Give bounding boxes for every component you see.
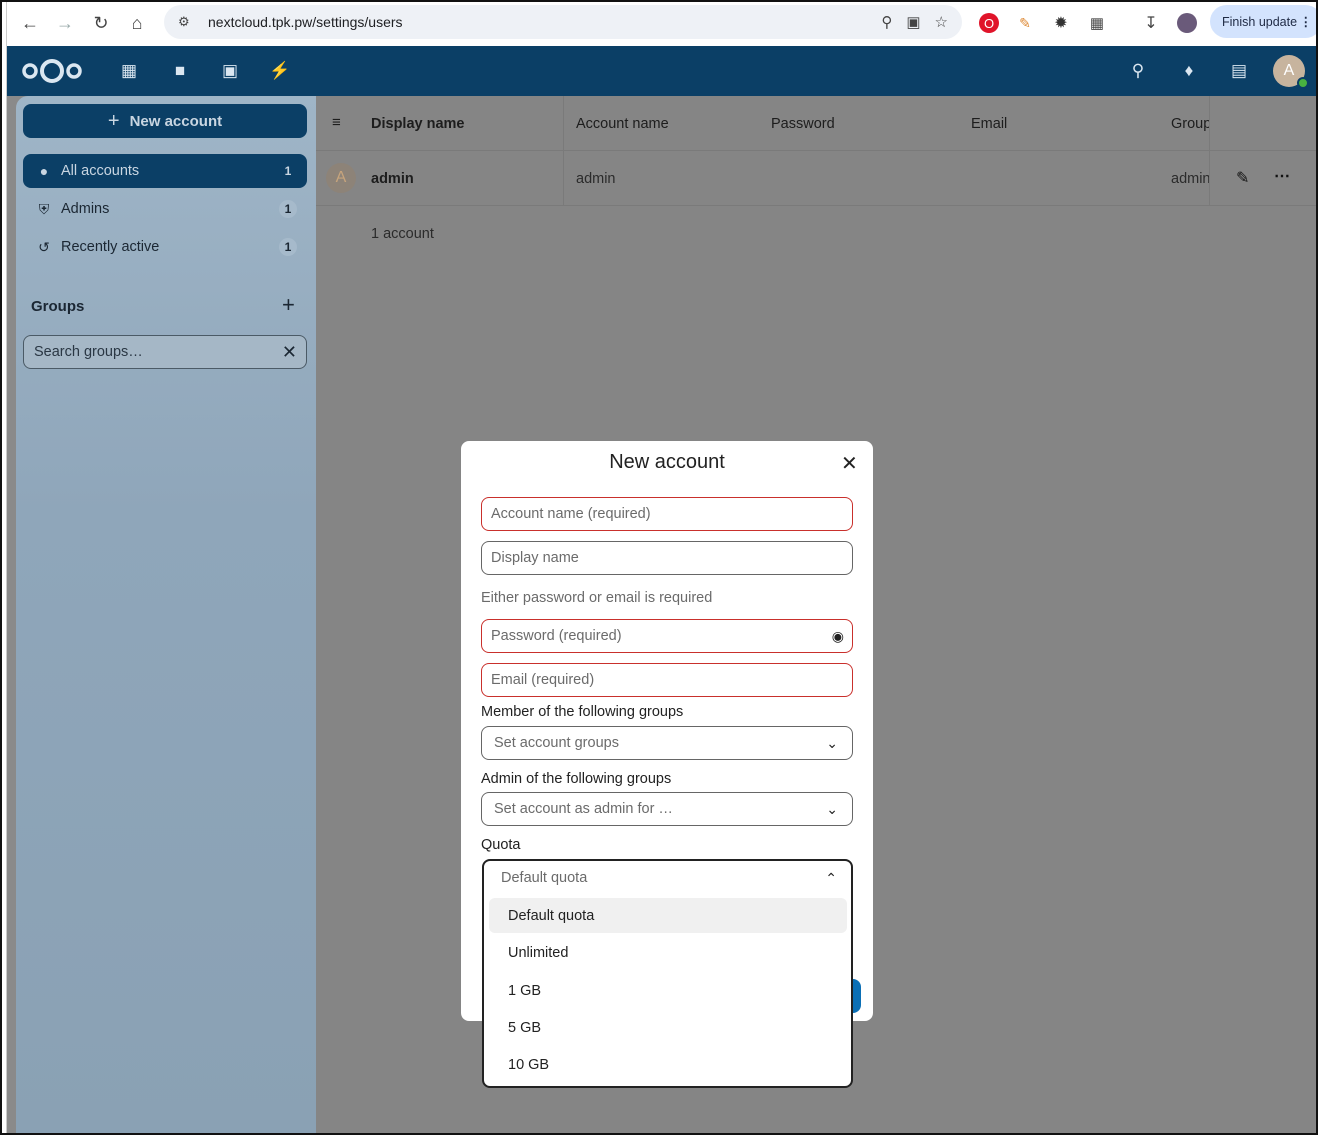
finish-update-button[interactable]: Finish update ⋮ — [1210, 5, 1318, 38]
edit-extension-icon[interactable]: ✎ — [1015, 13, 1035, 33]
nextcloud-logo-icon[interactable] — [21, 58, 83, 84]
contacts-icon[interactable]: ▤ — [1228, 61, 1250, 81]
sidebar-item-label: All accounts — [61, 163, 140, 179]
gear-extension-icon[interactable]: ✹ — [1051, 13, 1071, 33]
photos-icon[interactable]: ▣ — [219, 61, 241, 81]
chevron-down-icon: ⌄ — [826, 800, 838, 817]
header-email: Email — [971, 116, 1008, 132]
quota-label: Quota — [481, 837, 521, 853]
table-row[interactable]: A admin admin admin ✎ ⋯ — [316, 151, 1316, 206]
member-groups-label: Member of the following groups — [481, 704, 684, 720]
online-status-indicator — [1297, 77, 1309, 89]
opera-extension-icon[interactable]: O — [979, 13, 999, 33]
quota-option-5gb[interactable]: 5 GB — [489, 1010, 847, 1045]
files-folder-icon[interactable]: ■ — [169, 61, 191, 81]
history-icon: ↺ — [38, 238, 50, 255]
account-name-placeholder: Account name (required) — [491, 506, 651, 522]
user-avatar[interactable]: A — [1273, 55, 1309, 89]
add-group-icon[interactable]: + — [282, 292, 295, 318]
dashboard-icon[interactable]: ▦ — [118, 61, 140, 81]
extensions-puzzle-icon[interactable]: ▦ — [1087, 13, 1107, 33]
quota-option-1gb[interactable]: 1 GB — [489, 973, 847, 1008]
quota-option-10gb[interactable]: 10 GB — [489, 1047, 847, 1082]
install-icon[interactable]: ▣ — [906, 13, 920, 31]
account-count: 1 account — [371, 226, 434, 242]
groups-heading: Groups — [31, 298, 85, 315]
search-icon[interactable]: ⚲ — [1127, 61, 1149, 81]
avatar-letter: A — [1283, 62, 1295, 79]
count-badge: 1 — [284, 164, 292, 178]
count-badge: 1 — [279, 200, 297, 218]
url-text: nextcloud.tpk.pw/settings/users — [208, 14, 403, 30]
bookmark-star-icon[interactable]: ☆ — [935, 13, 948, 31]
header-display-name[interactable]: Display name — [371, 116, 465, 132]
activity-bolt-icon[interactable]: ⚡ — [269, 61, 291, 81]
toggle-navigation-icon[interactable]: ≡ — [332, 114, 341, 131]
password-email-hint: Either password or email is required — [481, 590, 713, 606]
sidebar-item-label: Recently active — [61, 239, 160, 255]
header-group: Group — [1171, 116, 1209, 132]
sidebar-item-all-accounts[interactable]: ● All accounts 1 — [23, 154, 307, 188]
show-password-eye-icon[interactable]: ◉ — [832, 628, 844, 645]
reload-icon[interactable]: ↻ — [83, 5, 119, 41]
email-field[interactable]: Email (required) — [481, 663, 853, 697]
new-account-button[interactable]: + New account — [23, 104, 307, 138]
display-name-field[interactable]: Display name — [481, 541, 853, 575]
profile-avatar-icon[interactable] — [1177, 13, 1197, 33]
count-badge: 1 — [279, 238, 297, 256]
forward-icon[interactable]: → — [47, 5, 83, 41]
key-icon[interactable]: ⚲ — [881, 13, 892, 31]
site-settings-icon[interactable]: ⚙ — [178, 14, 198, 30]
notifications-bell-icon[interactable]: ♦ — [1178, 61, 1200, 81]
search-groups-placeholder: Search groups… — [34, 344, 143, 360]
search-groups-input[interactable]: Search groups… ✕ — [23, 335, 307, 369]
quota-select-value[interactable]: Default quota ⌃ — [484, 861, 851, 895]
app-header: ▦ ■ ▣ ⚡ ⚲ ♦ ▤ A — [7, 46, 1318, 96]
new-account-label: New account — [129, 112, 223, 130]
member-groups-select[interactable]: Set account groups ⌄ — [481, 726, 853, 760]
finish-update-label: Finish update — [1222, 14, 1298, 29]
more-actions-icon[interactable]: ⋯ — [1274, 166, 1290, 186]
display-name-placeholder: Display name — [491, 550, 579, 566]
password-field[interactable]: Password (required) ◉ — [481, 619, 853, 653]
shield-icon: ⛨ — [38, 200, 50, 217]
sidebar-item-admins[interactable]: ⛨ Admins 1 — [23, 192, 307, 226]
password-placeholder: Password (required) — [491, 628, 622, 644]
sidebar-item-recently-active[interactable]: ↺ Recently active 1 — [23, 230, 307, 264]
plus-icon: + — [107, 109, 120, 132]
chevron-up-icon: ⌃ — [825, 869, 837, 886]
download-icon[interactable]: ↧ — [1141, 13, 1161, 33]
chevron-down-icon: ⌄ — [826, 734, 838, 751]
admin-groups-placeholder: Set account as admin for … — [494, 801, 673, 817]
more-menu-icon[interactable]: ⋮ — [1300, 14, 1313, 29]
home-icon[interactable]: ⌂ — [119, 5, 155, 41]
left-edge — [0, 0, 7, 1135]
header-account-name: Account name — [576, 116, 669, 132]
member-groups-placeholder: Set account groups — [494, 735, 619, 751]
address-bar[interactable]: ⚙ nextcloud.tpk.pw/settings/users ⚲ ▣ ☆ — [164, 5, 962, 39]
close-icon[interactable]: ✕ — [841, 451, 858, 476]
edit-pencil-icon[interactable]: ✎ — [1236, 168, 1249, 188]
quota-option-default[interactable]: Default quota — [489, 898, 847, 933]
account-name-field[interactable]: Account name (required) — [481, 497, 853, 531]
sidebar-item-label: Admins — [61, 201, 110, 217]
user-icon: ● — [39, 163, 49, 179]
header-password: Password — [771, 116, 835, 132]
dialog-title: New account — [609, 451, 725, 473]
table-header: ≡ Display name Account name Password Ema… — [316, 96, 1316, 151]
sidebar: + New account ● All accounts 1 ⛨ Admins … — [16, 96, 316, 1135]
admin-groups-label: Admin of the following groups — [481, 771, 672, 787]
row-group: admin — [1171, 171, 1209, 187]
avatar: A — [326, 163, 356, 193]
admin-groups-select[interactable]: Set account as admin for … ⌄ — [481, 792, 853, 826]
email-placeholder: Email (required) — [491, 672, 595, 688]
browser-toolbar: ← → ↻ ⌂ ⚙ nextcloud.tpk.pw/settings/user… — [7, 0, 1318, 46]
clear-search-icon[interactable]: ✕ — [282, 342, 297, 363]
row-account-name: admin — [576, 171, 616, 187]
row-display-name: admin — [371, 171, 414, 187]
quota-selected-value: Default quota — [501, 870, 588, 886]
back-icon[interactable]: ← — [12, 5, 48, 41]
quota-select[interactable]: Default quota ⌃ Default quota Unlimited … — [482, 859, 853, 1088]
quota-option-unlimited[interactable]: Unlimited — [489, 935, 847, 970]
